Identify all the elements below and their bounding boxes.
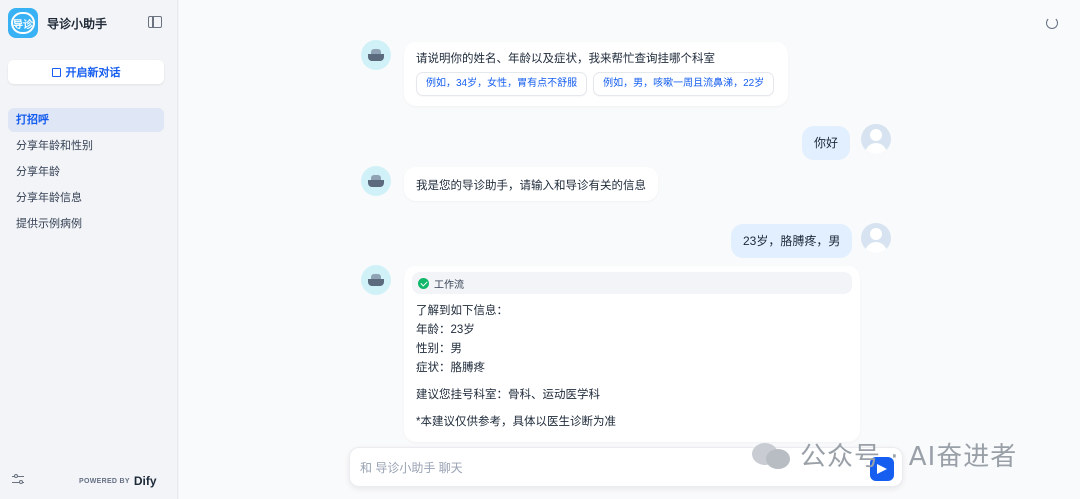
conversation-item[interactable]: 分享年龄 — [8, 160, 164, 184]
dify-logo: Dify — [133, 474, 157, 488]
conversation-item[interactable]: 打招呼 — [8, 108, 164, 132]
bot-avatar — [361, 40, 391, 70]
conversation-list: 打招呼 分享年龄和性别 分享年龄 分享年龄信息 提供示例病例 — [8, 108, 164, 238]
workflow-status[interactable]: 工作流 — [412, 272, 852, 294]
answer-line: 了解到如下信息： — [416, 305, 508, 317]
user-message: 你好 — [802, 126, 851, 160]
powered-by: POWERED BY Dify — [79, 474, 157, 488]
watermark: 公众号 · AI奋进者 — [752, 436, 1017, 473]
bot-avatar — [361, 166, 391, 196]
user-avatar — [861, 124, 891, 154]
new-chat-button[interactable]: 开启新对话 — [8, 60, 164, 84]
wechat-icon — [752, 439, 792, 471]
app-title: 导诊小助手 — [47, 16, 108, 31]
answer-line: 性别：男 — [416, 343, 462, 355]
conversation-item[interactable]: 提供示例病例 — [8, 212, 164, 236]
app-header: 导诊 导诊小助手 — [8, 8, 107, 38]
new-chat-label: 开启新对话 — [65, 67, 121, 79]
bot-avatar — [361, 265, 391, 295]
powered-by-text: POWERED BY — [79, 477, 130, 485]
department-suggestion: 建议您挂号科室：骨科、运动医学科 — [416, 389, 600, 401]
sidebar: 导诊 导诊小助手 开启新对话 打招呼 分享年龄和性别 分享年龄 分享年龄信息 提… — [0, 0, 178, 499]
settings-sliders-icon[interactable] — [12, 474, 26, 486]
conversation-item[interactable]: 分享年龄信息 — [8, 186, 164, 210]
bot-message: 我是您的导诊助手，请输入和导诊有关的信息 — [404, 167, 658, 201]
answer-line: 年龄：23岁 — [416, 324, 475, 336]
sidebar-collapse-icon[interactable] — [148, 16, 162, 28]
conversation-item[interactable]: 分享年龄和性别 — [8, 134, 164, 158]
workflow-label: 工作流 — [434, 279, 464, 291]
disclaimer: *本建议仅供参考，具体以医生诊断为准 — [416, 416, 616, 428]
suggested-questions: 例如，34岁，女性，胃有点不舒服 例如，男，咳嗽一周且流鼻涕，22岁 — [416, 72, 776, 96]
bot-message: 请说明你的姓名、年龄以及症状，我来帮忙查询挂哪个科室 例如，34岁，女性，胃有点… — [404, 42, 788, 106]
user-message: 23岁，胳膊疼，男 — [731, 224, 853, 258]
bot-message-text: 请说明你的姓名、年龄以及症状，我来帮忙查询挂哪个科室 — [416, 53, 715, 65]
suggested-question-button[interactable]: 例如，34岁，女性，胃有点不舒服 — [416, 72, 588, 96]
check-circle-icon — [418, 277, 429, 289]
edit-icon — [51, 67, 61, 77]
user-avatar — [861, 223, 891, 253]
refresh-icon[interactable] — [1046, 17, 1058, 29]
suggested-question-button[interactable]: 例如，男，咳嗽一周且流鼻涕，22岁 — [593, 72, 775, 96]
app-logo-text: 导诊 — [11, 12, 35, 34]
watermark-text: 公众号 · AI奋进者 — [800, 442, 1018, 472]
chat-main: 请说明你的姓名、年龄以及症状，我来帮忙查询挂哪个科室 例如，34岁，女性，胃有点… — [179, 0, 1080, 499]
bot-workflow-message: 工作流 了解到如下信息： 年龄：23岁 性别：男 症状：胳膊疼 建议您挂号科室：… — [404, 266, 860, 442]
answer-line: 症状：胳膊疼 — [416, 362, 485, 374]
app-logo: 导诊 — [8, 8, 38, 38]
